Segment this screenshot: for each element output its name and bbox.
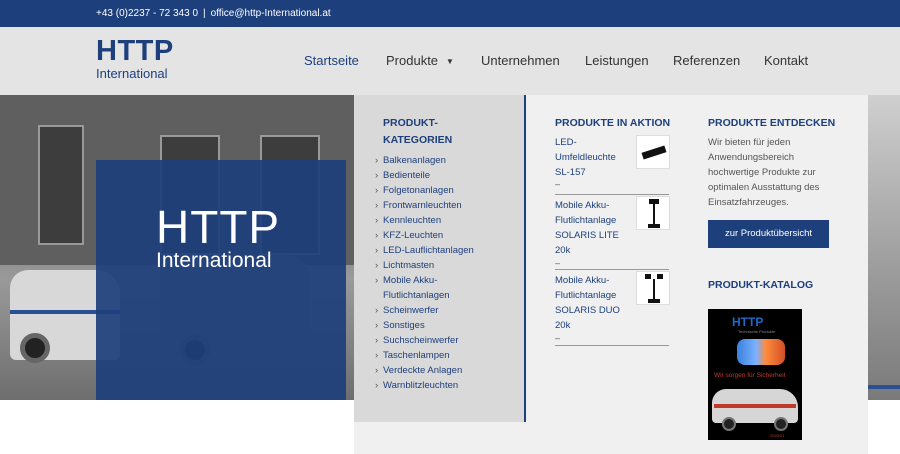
floodlight-mast-icon (653, 204, 655, 224)
product-thumbnail[interactable] (636, 271, 670, 305)
discover-heading: PRODUKTE ENTDECKEN (708, 117, 836, 129)
action-product[interactable]: Mobile Akku-Flutlichtanlage SOLARIS LITE… (555, 195, 670, 270)
category-link[interactable]: Scheinwerfer (375, 303, 495, 318)
category-link[interactable]: Sonstiges (375, 318, 495, 333)
hero-garage-door (38, 125, 84, 245)
category-link[interactable]: Kennleuchten (375, 213, 495, 228)
hero-right-background (868, 95, 900, 400)
product-thumbnail[interactable] (636, 135, 670, 169)
hero-car-wheel (20, 333, 50, 363)
nav-item-startseite[interactable]: Startseite (304, 53, 359, 68)
category-link[interactable]: KFZ-Leuchten (375, 228, 495, 243)
products-mega-menu: PRODUKT- KATEGORIEN Balkenanlagen Bedien… (354, 95, 868, 454)
nav-item-unternehmen[interactable]: Unternehmen (481, 53, 560, 68)
categories-heading-line2: KATEGORIEN (383, 134, 453, 146)
category-link[interactable]: LED-Lauflichtanlagen (375, 243, 495, 258)
site-logo[interactable]: HTTP International (96, 35, 174, 81)
catalog-car-wheel (722, 417, 736, 431)
floodlight-base-icon (648, 299, 660, 303)
catalog-car-stripe (714, 404, 796, 408)
nav-item-produkte[interactable]: Produkte ▼ (386, 53, 454, 68)
site-header: HTTP International Startseite Produkte ▼ … (0, 27, 900, 95)
lightbar-image (737, 339, 785, 365)
logo-subtitle: International (96, 66, 168, 81)
product-thumbnail[interactable] (636, 196, 670, 230)
category-link[interactable]: Folgetonanlagen (375, 183, 495, 198)
categories-heading: PRODUKT- KATEGORIEN (383, 115, 452, 149)
category-link[interactable]: Lichtmasten (375, 258, 495, 273)
catalog-slogan: Wir sorgen für Sicherheit (714, 372, 786, 379)
caret-down-icon: ▼ (446, 57, 454, 66)
categories-heading-line1: PRODUKT- (383, 117, 438, 129)
action-product-price: – (555, 333, 561, 343)
floodlight-mast-icon (653, 279, 655, 299)
catalog-heading: PRODUKT-KATALOG (708, 279, 814, 291)
nav-item-leistungen[interactable]: Leistungen (585, 53, 649, 68)
catalog-subtitle: Technische Produkte (738, 329, 776, 334)
phone-number[interactable]: +43 (0)2237 - 72 343 0 (96, 0, 198, 27)
action-heading: PRODUKTE IN AKTION (555, 117, 671, 129)
email-link[interactable]: office@http-International.at (211, 0, 331, 27)
floodlight-head-icon (657, 274, 663, 279)
led-lamp-icon (641, 145, 667, 160)
floodlight-base-icon (648, 224, 660, 228)
action-product-name[interactable]: Mobile Akku-Flutlichtanlage SOLARIS LITE… (555, 198, 633, 258)
hero-title: HTTP (156, 201, 281, 253)
action-product-name[interactable]: Mobile Akku-Flutlichtanlage SOLARIS DUO … (555, 273, 633, 333)
category-link[interactable]: Suchscheinwerfer (375, 333, 495, 348)
hero-title-box: HTTP International (96, 160, 346, 400)
menu-panel-background-bottom (354, 422, 526, 454)
category-link[interactable]: Frontwarnleuchten (375, 198, 495, 213)
category-list: Balkenanlagen Bedienteile Folgetonanlage… (375, 153, 495, 393)
hero-right-stripe (868, 385, 900, 389)
action-product-price: – (555, 179, 561, 189)
catalog-year: 2020/21 (770, 433, 785, 438)
contact-separator: | (203, 8, 206, 19)
action-product[interactable]: Mobile Akku-Flutlichtanlage SOLARIS DUO … (555, 270, 670, 346)
catalog-car-wheel (774, 417, 788, 431)
nav-item-kontakt[interactable]: Kontakt (764, 53, 808, 68)
category-link[interactable]: Bedienteile (375, 168, 495, 183)
category-link[interactable]: Warnblitzleuchten (375, 378, 495, 393)
product-overview-button[interactable]: zur Produktübersicht (708, 220, 829, 248)
catalog-cover-image[interactable]: HTTP Technische Produkte Wir sorgen für … (708, 309, 802, 440)
category-link[interactable]: Taschenlampen (375, 348, 495, 363)
floodlight-head-icon (645, 274, 651, 279)
category-link[interactable]: Mobile Akku-Flutlichtanlagen (375, 273, 450, 303)
nav-item-produkte-label: Produkte (386, 53, 439, 68)
logo-title: HTTP (96, 35, 174, 67)
action-product[interactable]: LED-Umfeldleuchte SL-157 – (555, 135, 670, 195)
discover-text: Wir bieten für jeden Anwendungsbereich h… (708, 137, 820, 208)
nav-item-referenzen[interactable]: Referenzen (673, 53, 740, 68)
category-link[interactable]: Verdeckte Anlagen (375, 363, 495, 378)
category-link[interactable]: Balkenanlagen (375, 153, 495, 168)
catalog-title: HTTP (732, 315, 764, 329)
hero-subtitle: International (156, 249, 272, 272)
action-product-price: – (555, 258, 561, 268)
top-contact-bar: +43 (0)2237 - 72 343 0 | office@http-Inter… (0, 0, 900, 27)
action-product-name[interactable]: LED-Umfeldleuchte SL-157 (555, 135, 633, 180)
